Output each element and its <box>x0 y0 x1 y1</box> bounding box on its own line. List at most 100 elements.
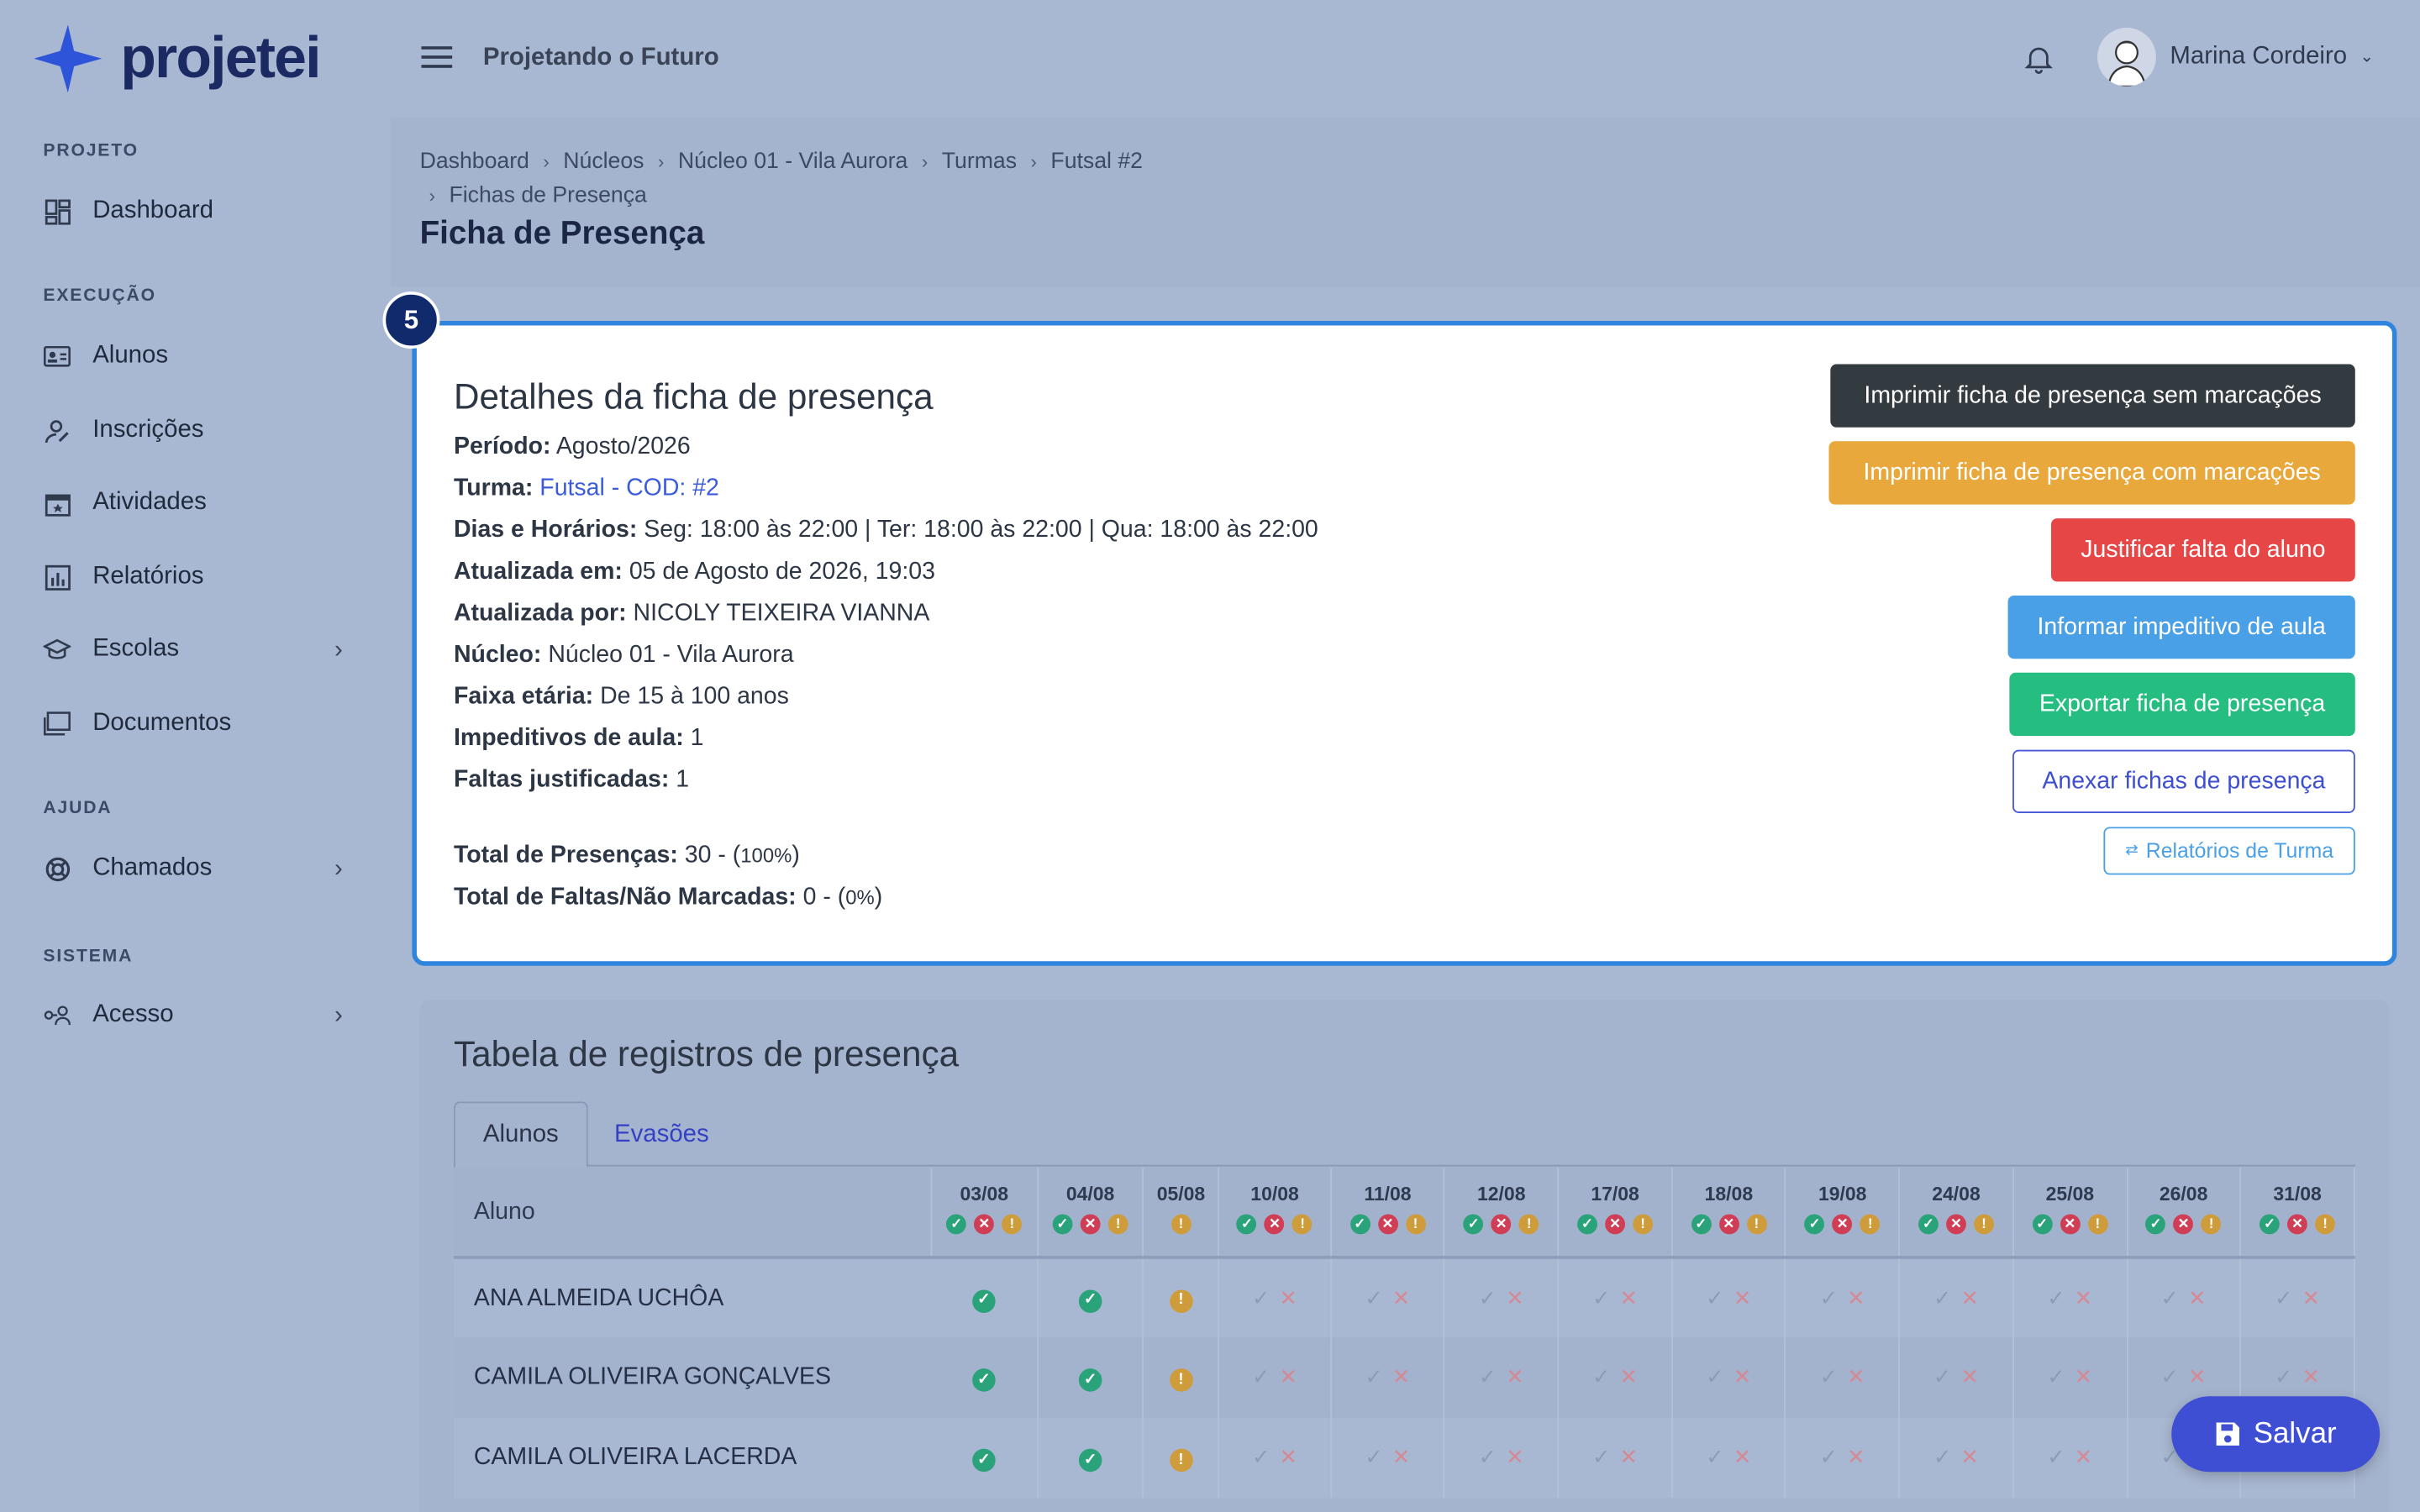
sidebar-item-atividades[interactable]: Atividades <box>43 480 351 526</box>
breadcrumb-item[interactable]: Turmas <box>942 150 1017 174</box>
attendance-cell[interactable]: ✓✕ <box>1786 1337 1901 1418</box>
attendance-cell[interactable]: ✓✕ <box>1558 1337 1673 1418</box>
chevron-down-icon[interactable]: ⌄ <box>2360 46 2374 66</box>
column-header-date[interactable]: 31/08 ✓ ✕! <box>2240 1168 2355 1259</box>
check-circle-icon[interactable]: ✓ <box>1349 1214 1370 1235</box>
alert-circle-icon[interactable]: ! <box>2315 1214 2336 1235</box>
justify-absence-button[interactable]: Justificar falta do aluno <box>2050 518 2355 582</box>
check-circle-icon[interactable]: ✓ <box>2145 1214 2166 1235</box>
column-header-date[interactable]: 19/08 ✓ ✕! <box>1786 1168 1901 1259</box>
alert-circle-icon[interactable]: ! <box>1405 1214 1426 1235</box>
alert-circle-icon[interactable]: ! <box>2087 1214 2108 1235</box>
attendance-cell[interactable]: ✓✕ <box>1786 1417 1901 1499</box>
attendance-cell[interactable]: ✓ <box>1037 1257 1144 1338</box>
column-header-date[interactable]: 10/08 ✓ ✕! <box>1218 1168 1332 1259</box>
x-circle-icon[interactable]: ✕ <box>2060 1214 2081 1235</box>
x-circle-icon[interactable]: ✕ <box>974 1214 995 1235</box>
sidebar-item-alunos[interactable]: Alunos <box>43 333 351 380</box>
print-blank-button[interactable]: Imprimir ficha de presença sem marcações <box>1830 364 2355 428</box>
attendance-cell[interactable]: ✓✕ <box>1330 1417 1446 1499</box>
x-circle-icon[interactable]: ✕ <box>2173 1214 2194 1235</box>
tab-evasoes[interactable]: Evasões <box>587 1101 737 1168</box>
attendance-cell[interactable]: ✓✕ <box>1786 1257 1901 1338</box>
sidebar-item-acesso[interactable]: Acesso › <box>43 992 351 1038</box>
column-header-date[interactable]: 11/08 ✓ ✕! <box>1330 1168 1446 1259</box>
attendance-cell[interactable]: ✓✕ <box>1558 1257 1673 1338</box>
attendance-cell[interactable]: ✓✕ <box>1218 1417 1332 1499</box>
check-circle-icon[interactable]: ✓ <box>946 1214 967 1235</box>
column-header-date[interactable]: 26/08 ✓ ✕! <box>2126 1168 2242 1259</box>
export-button[interactable]: Exportar ficha de presença <box>2009 672 2355 737</box>
check-circle-icon[interactable]: ✓ <box>1918 1214 1939 1235</box>
attendance-cell[interactable]: ✓✕ <box>2126 1257 2242 1338</box>
alert-circle-icon[interactable]: ! <box>1746 1214 1767 1235</box>
sidebar-item-documentos[interactable]: Documentos <box>43 701 351 747</box>
check-circle-icon[interactable]: ✓ <box>1577 1214 1597 1235</box>
attendance-cell[interactable]: ✓✕ <box>1671 1337 1786 1418</box>
alert-circle-icon[interactable]: ! <box>1633 1214 1654 1235</box>
attendance-cell[interactable]: ✓ <box>931 1337 1039 1418</box>
turma-link[interactable]: Futsal - COD: #2 <box>539 475 719 501</box>
x-circle-icon[interactable]: ✕ <box>1377 1214 1398 1235</box>
x-circle-icon[interactable]: ✕ <box>1605 1214 1625 1235</box>
breadcrumb-item[interactable]: Núcleos <box>563 150 644 174</box>
attendance-cell[interactable]: ✓✕ <box>1444 1337 1560 1418</box>
check-circle-icon[interactable]: ✓ <box>1237 1214 1257 1235</box>
menu-toggle-icon[interactable] <box>421 46 455 79</box>
column-header-date[interactable]: 03/08 ✓ ✕! <box>931 1168 1039 1259</box>
attendance-cell[interactable]: ✓ <box>1037 1417 1144 1499</box>
attendance-cell[interactable]: ✓✕ <box>2240 1257 2355 1338</box>
breadcrumb-item[interactable]: Núcleo 01 - Vila Aurora <box>678 150 908 174</box>
attendance-cell[interactable]: ✓ <box>931 1257 1039 1338</box>
alert-circle-icon[interactable]: ! <box>1171 1214 1192 1235</box>
column-header-date[interactable]: 25/08 ✓ ✕! <box>2012 1168 2128 1259</box>
attendance-cell[interactable]: ✓✕ <box>2012 1257 2128 1338</box>
column-header-date[interactable]: 04/08 ✓ ✕! <box>1037 1168 1144 1259</box>
x-circle-icon[interactable]: ✕ <box>1832 1214 1853 1235</box>
report-impediment-button[interactable]: Informar impeditivo de aula <box>2007 595 2355 659</box>
alert-circle-icon[interactable]: ! <box>2201 1214 2222 1235</box>
sidebar-item-inscricoes[interactable]: Inscrições <box>43 407 351 454</box>
attendance-cell[interactable]: ✓✕ <box>1218 1337 1332 1418</box>
column-header-date[interactable]: 24/08 ✓ ✕! <box>1899 1168 2014 1259</box>
save-button[interactable]: Salvar <box>2171 1396 2381 1473</box>
sidebar-item-relatorios[interactable]: Relatórios <box>43 554 351 600</box>
sidebar-item-chamados[interactable]: Chamados › <box>43 846 351 892</box>
check-circle-icon[interactable]: ✓ <box>1804 1214 1825 1235</box>
attendance-cell[interactable]: ✓✕ <box>2012 1337 2128 1418</box>
tab-alunos[interactable]: Alunos <box>453 1101 588 1168</box>
x-circle-icon[interactable]: ✕ <box>1491 1214 1512 1235</box>
column-header-date[interactable]: 05/08! <box>1143 1168 1220 1259</box>
attendance-cell[interactable]: ✓✕ <box>1671 1257 1786 1338</box>
attendance-cell[interactable]: ! <box>1143 1337 1220 1418</box>
x-circle-icon[interactable]: ✕ <box>1718 1214 1739 1235</box>
check-circle-icon[interactable]: ✓ <box>1463 1214 1484 1235</box>
alert-circle-icon[interactable]: ! <box>1002 1214 1023 1235</box>
attendance-cell[interactable]: ✓✕ <box>1899 1257 2014 1338</box>
attendance-cell[interactable]: ✓✕ <box>1444 1257 1560 1338</box>
check-circle-icon[interactable]: ✓ <box>2032 1214 2053 1235</box>
attendance-cell[interactable]: ✓✕ <box>1330 1337 1446 1418</box>
attendance-cell[interactable]: ✓✕ <box>1671 1417 1786 1499</box>
breadcrumb-item[interactable]: Futsal #2 <box>1050 150 1143 174</box>
attendance-cell[interactable]: ! <box>1143 1257 1220 1338</box>
x-circle-icon[interactable]: ✕ <box>1080 1214 1101 1235</box>
print-marked-button[interactable]: Imprimir ficha de presença com marcações <box>1828 441 2355 505</box>
attach-button[interactable]: Anexar fichas de presença <box>2012 749 2355 813</box>
attendance-cell[interactable]: ! <box>1143 1417 1220 1499</box>
attendance-cell[interactable]: ✓ <box>931 1417 1039 1499</box>
column-header-date[interactable]: 12/08 ✓ ✕! <box>1444 1168 1560 1259</box>
check-circle-icon[interactable]: ✓ <box>1691 1214 1712 1235</box>
class-reports-button[interactable]: ⇄ Relatórios de Turma <box>2103 827 2355 875</box>
attendance-cell[interactable]: ✓✕ <box>1444 1417 1560 1499</box>
x-circle-icon[interactable]: ✕ <box>1265 1214 1285 1235</box>
attendance-cell[interactable]: ✓✕ <box>2012 1417 2128 1499</box>
attendance-cell[interactable]: ✓✕ <box>1899 1337 2014 1418</box>
avatar[interactable] <box>2097 28 2156 87</box>
attendance-cell[interactable]: ✓✕ <box>1330 1257 1446 1338</box>
breadcrumb-item[interactable]: Dashboard <box>420 150 529 174</box>
attendance-cell[interactable]: ✓ <box>1037 1337 1144 1418</box>
alert-circle-icon[interactable]: ! <box>1860 1214 1881 1235</box>
alert-circle-icon[interactable]: ! <box>1107 1214 1128 1235</box>
x-circle-icon[interactable]: ✕ <box>1946 1214 1966 1235</box>
